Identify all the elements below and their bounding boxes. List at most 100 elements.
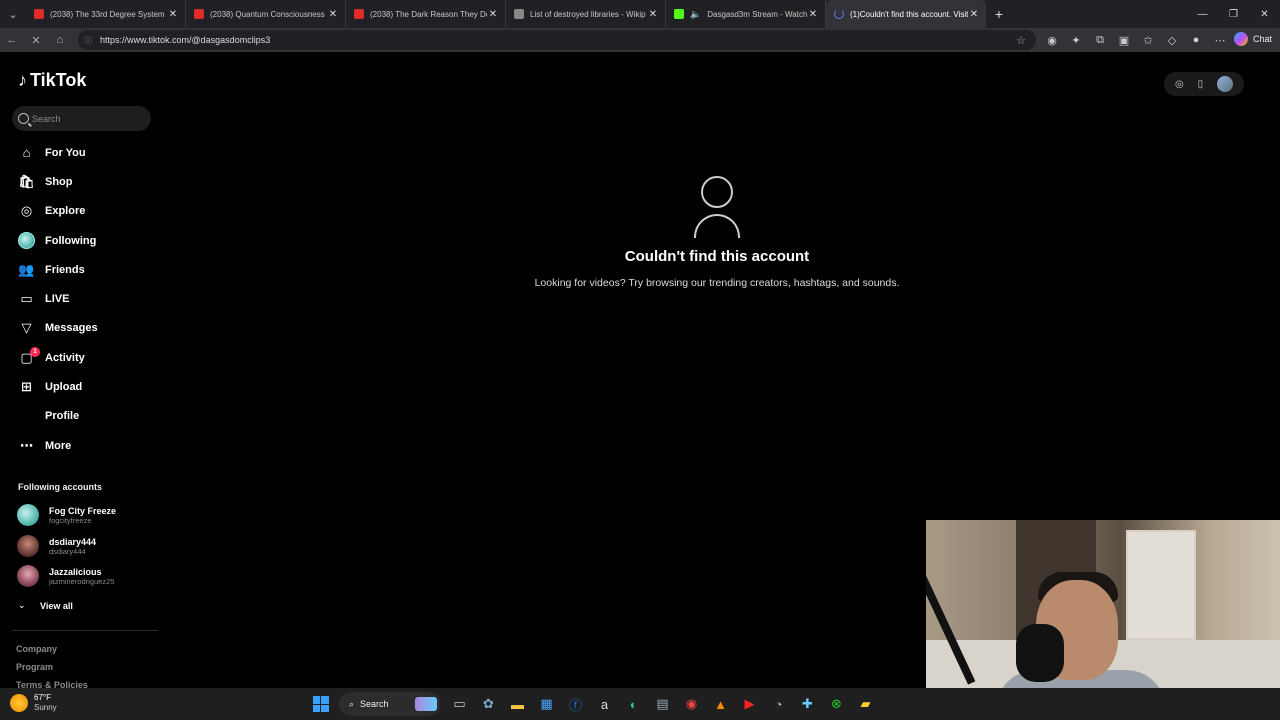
settings-more-icon[interactable]: ⋯ <box>1208 34 1232 47</box>
new-tab-button[interactable]: + <box>986 6 1012 22</box>
edge-icon[interactable]: ◐ <box>619 692 648 716</box>
browser-tab[interactable]: (2038) The Dark Reason They Des ✕ <box>346 0 506 28</box>
sidebar-item-activity[interactable]: ▢ 1 Activity <box>0 343 160 372</box>
sidebar-item-label: Friends <box>45 263 85 276</box>
back-icon[interactable]: ← <box>0 28 24 52</box>
tiktok-logo[interactable]: ♪ TikTok <box>18 70 86 91</box>
tab-close-icon[interactable]: ✕ <box>487 9 499 20</box>
search-input[interactable]: Search <box>12 106 151 131</box>
browser-essentials-icon[interactable]: ◇ <box>1160 34 1184 47</box>
favorite-star-icon[interactable]: ☆ <box>1016 34 1026 47</box>
taskbar-search[interactable]: ⌕ Search <box>339 692 441 716</box>
tab-close-icon[interactable]: ✕ <box>167 9 179 20</box>
restore-icon[interactable]: ❐ <box>1218 0 1249 28</box>
amazon-icon[interactable]: a <box>590 692 619 716</box>
facebook-icon[interactable]: ⓕ <box>561 692 590 716</box>
task-view-icon[interactable]: ▭ <box>445 692 474 716</box>
copilot-taskbar-icon[interactable]: ✿ <box>474 692 503 716</box>
split-screen-icon[interactable]: ▣ <box>1112 34 1136 47</box>
tab-title: (2038) The Dark Reason They Des <box>370 9 487 19</box>
home-icon: ⌂ <box>22 145 31 161</box>
favorites-icon[interactable]: ✩ <box>1136 34 1160 47</box>
live-icon: ▭ <box>20 291 33 307</box>
tab-close-icon[interactable]: ✕ <box>327 9 339 20</box>
avatar <box>17 504 39 526</box>
taskbar-icons: ⌕ Search ▭ ✿ ▬ ▦ ⓕ a ◐ ▤ ◉ ▲ ▶ ◔ ✚ ⊗ ▰ <box>306 692 880 716</box>
sidebar-item-friends[interactable]: 👥 Friends <box>0 255 160 284</box>
browser-tab[interactable]: List of destroyed libraries - Wikip ✕ <box>506 0 666 28</box>
chevron-down-icon: ⌄ <box>18 600 26 610</box>
weather-widget[interactable]: 67°F Sunny <box>10 693 57 713</box>
youtube-icon[interactable]: ▶ <box>735 692 764 716</box>
minimize-icon[interactable]: — <box>1187 0 1218 28</box>
extension-icon[interactable]: ◉ <box>1040 34 1064 47</box>
tab-close-icon[interactable]: ✕ <box>968 9 980 20</box>
sidebar-item-more[interactable]: ⋯ More <box>0 431 160 460</box>
weather-temp: 67°F <box>34 693 51 702</box>
following-account[interactable]: Jazzalicious jazminerodriguez25 <box>17 563 114 589</box>
sidebar-item-shop[interactable]: 🛍 Shop <box>0 167 160 196</box>
tab-close-icon[interactable]: ✕ <box>807 9 819 20</box>
speaker-icon[interactable]: 🔈 <box>690 9 701 19</box>
browser-tab[interactable]: 🔈 Dasgasd3m Stream - Watch L ✕ <box>666 0 826 28</box>
sidebar-item-profile[interactable]: Profile <box>0 402 160 431</box>
start-button[interactable] <box>306 692 335 716</box>
close-window-icon[interactable]: ✕ <box>1249 0 1280 28</box>
taskbar-search-label: Search <box>360 699 389 709</box>
chat-label: Chat <box>1252 34 1272 44</box>
chrome-icon[interactable]: ◉ <box>677 692 706 716</box>
extension-icon[interactable]: ✦ <box>1064 34 1088 47</box>
view-all-link[interactable]: ⌄ View all <box>18 600 73 611</box>
tab-title: (2038) Quantum Consciousness T <box>210 9 327 19</box>
browser-tab[interactable]: (2038) The 33rd Degree System E ✕ <box>26 0 186 28</box>
calculator-icon[interactable]: ▤ <box>648 692 677 716</box>
coins-icon[interactable]: ◎ <box>1175 79 1184 90</box>
extensions-puzzle-icon[interactable]: ⧉ <box>1088 34 1112 47</box>
sidebar-item-upload[interactable]: ⊞ Upload <box>0 372 160 401</box>
browser-tab-bar: ⌄ (2038) The 33rd Degree System E ✕ (203… <box>0 0 1280 28</box>
weather-desc: Sunny <box>34 703 57 712</box>
following-accounts-heading: Following accounts <box>18 482 103 492</box>
copilot-icon <box>1233 32 1248 46</box>
footer-link-program[interactable]: Program <box>16 662 53 672</box>
sidebar-item-live[interactable]: ▭ LIVE <box>0 284 160 313</box>
copilot-chat-button[interactable]: Chat <box>1233 32 1272 46</box>
vlc-icon[interactable]: ▲ <box>706 692 735 716</box>
account-name: dsdiary444 <box>49 536 97 547</box>
user-avatar[interactable] <box>1217 76 1234 92</box>
divider <box>12 630 158 631</box>
tab-close-icon[interactable]: ✕ <box>647 9 659 20</box>
store-icon[interactable]: ▦ <box>532 692 561 716</box>
sidebar-item-for-you[interactable]: ⌂ For You <box>0 138 160 167</box>
sidebar-item-following[interactable]: Following <box>0 226 160 255</box>
messages-icon: ▽ <box>21 320 32 336</box>
app-icon[interactable]: ✚ <box>793 692 822 716</box>
sidebar-item-messages[interactable]: ▽ Messages <box>0 314 160 343</box>
xbox-icon[interactable]: ⊗ <box>822 692 851 716</box>
windows-logo-icon <box>312 696 329 712</box>
logo-text: TikTok <box>30 70 87 90</box>
sidebar-item-label: Profile <box>45 410 80 423</box>
following-account[interactable]: Fog City Freeze fogcityfreeze <box>17 502 116 528</box>
avatar <box>17 565 39 587</box>
site-info-icon[interactable]: ⓘ <box>84 35 94 45</box>
file-explorer-icon[interactable]: ▬ <box>503 692 532 716</box>
browser-tab[interactable]: (2038) Quantum Consciousness T ✕ <box>186 0 346 28</box>
steam-icon[interactable]: ◔ <box>764 692 793 716</box>
sticky-notes-icon[interactable]: ▰ <box>851 692 880 716</box>
address-bar[interactable]: ⓘ https://www.tiktok.com/@dasgasdomclips… <box>78 30 1036 50</box>
sidebar-item-explore[interactable]: ◎ Explore <box>0 197 160 226</box>
following-account[interactable]: dsdiary444 dsdiary444 <box>17 533 96 559</box>
stop-loading-icon[interactable]: ✕ <box>24 28 48 52</box>
search-placeholder: Search <box>32 113 61 124</box>
footer-link-terms[interactable]: Terms & Policies <box>16 680 88 688</box>
profile-avatar-icon[interactable]: ● <box>1184 34 1208 46</box>
device-icon[interactable]: ▯ <box>1198 79 1204 90</box>
tab-actions-menu-icon[interactable]: ⌄ <box>0 0 26 28</box>
account-handle: jazminerodriguez25 <box>49 576 115 586</box>
footer-link-company[interactable]: Company <box>16 644 57 654</box>
home-icon[interactable]: ⌂ <box>48 28 72 52</box>
browser-tab-active[interactable]: (1)Couldn't find this account. Visit ✕ <box>826 0 986 28</box>
browser-toolbar: ← ✕ ⌂ ⓘ https://www.tiktok.com/@dasgasdo… <box>0 28 1280 52</box>
sidebar-item-label: Explore <box>45 205 86 218</box>
